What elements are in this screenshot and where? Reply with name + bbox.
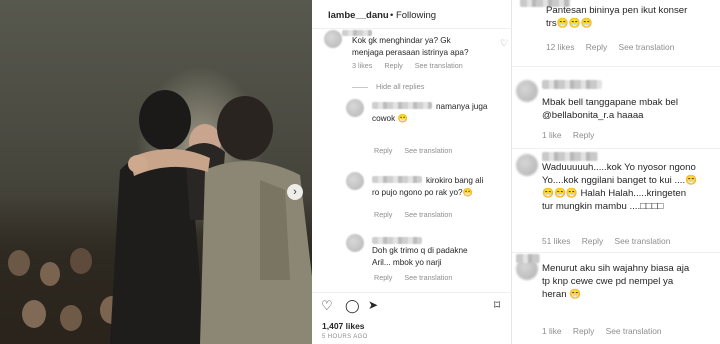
blurred-username bbox=[542, 152, 598, 161]
reply-button[interactable]: Reply bbox=[573, 130, 594, 140]
comment-likes[interactable]: 1 like bbox=[542, 326, 562, 336]
comment-text: Pantesan bininya pen ikut konser trs😁😁😁 bbox=[546, 5, 688, 29]
see-translation-button[interactable]: See translation bbox=[404, 146, 452, 155]
action-bar: ♡ ◯ ➤ ⌑ bbox=[312, 292, 512, 312]
divider bbox=[512, 252, 720, 253]
post-sidebar: lambe__danu • Following Kok gk menghinda… bbox=[312, 0, 512, 344]
reply-button[interactable]: Reply bbox=[586, 42, 607, 52]
reply-meta: Reply See translation bbox=[374, 273, 462, 282]
comment-likes[interactable]: 12 likes bbox=[546, 42, 574, 52]
chevron-right-icon: › bbox=[293, 185, 297, 198]
share-icon[interactable]: ➤ bbox=[368, 299, 378, 311]
comment-text: Menurut aku sih wajahny biasa aja tp knp… bbox=[542, 263, 690, 300]
avatar[interactable] bbox=[346, 234, 364, 252]
avatar[interactable] bbox=[346, 172, 364, 190]
comment-likes[interactable]: 3 likes bbox=[352, 61, 372, 70]
following-status[interactable]: • Following bbox=[390, 10, 436, 21]
blurred-username bbox=[516, 254, 540, 263]
see-translation-button[interactable]: See translation bbox=[606, 326, 662, 336]
reply-button[interactable]: Reply bbox=[374, 273, 392, 282]
see-translation-button[interactable]: See translation bbox=[415, 61, 463, 70]
comment-meta: 3 likes Reply See translation bbox=[352, 61, 473, 70]
comment-text: Mbak bell tanggapane mbak bel @bellaboni… bbox=[542, 97, 679, 121]
see-translation-button[interactable]: See translation bbox=[404, 273, 452, 282]
blurred-username bbox=[542, 80, 602, 89]
crowd-head bbox=[8, 250, 30, 276]
comments-closeup: Pantesan bininya pen ikut konser trs😁😁😁 … bbox=[512, 0, 720, 344]
reply-button[interactable]: Reply bbox=[374, 146, 392, 155]
comment-meta: 51 likes Reply See translation bbox=[542, 236, 679, 246]
see-translation-button[interactable]: See translation bbox=[404, 210, 452, 219]
reply-meta: Reply See translation bbox=[374, 210, 462, 219]
see-translation-button[interactable]: See translation bbox=[618, 42, 674, 52]
hide-replies-button[interactable]: Hide all replies bbox=[352, 82, 424, 91]
heart-icon[interactable]: ♡ bbox=[500, 38, 508, 49]
reply-text: Doh gk trimo q di padakne Aril... mbok y… bbox=[372, 246, 468, 267]
blurred-username bbox=[372, 237, 422, 244]
bookmark-icon[interactable]: ⌑ bbox=[494, 299, 500, 311]
reply-button[interactable]: Reply bbox=[573, 326, 594, 336]
divider bbox=[512, 66, 720, 67]
comment-meta: 12 likes Reply See translation bbox=[546, 42, 683, 52]
comment-likes[interactable]: 51 likes bbox=[542, 236, 570, 246]
comment-meta: 1 like Reply bbox=[542, 130, 603, 140]
see-translation-button[interactable]: See translation bbox=[614, 236, 670, 246]
next-photo-button[interactable]: › bbox=[287, 184, 303, 200]
avatar[interactable] bbox=[516, 154, 538, 176]
reply-button[interactable]: Reply bbox=[384, 61, 402, 70]
crowd-head bbox=[40, 262, 60, 286]
likes-count[interactable]: 1,407 likes bbox=[322, 321, 365, 331]
post-photo[interactable]: › bbox=[0, 0, 312, 344]
comment-likes[interactable]: 1 like bbox=[542, 130, 562, 140]
post-header: lambe__danu • Following bbox=[312, 0, 512, 30]
avatar[interactable] bbox=[346, 99, 364, 117]
comment-text: Waduuuuuh.....kok Yo nyosor ngono Yo....… bbox=[542, 162, 698, 212]
reply-button[interactable]: Reply bbox=[582, 236, 603, 246]
crowd-head bbox=[22, 300, 46, 328]
avatar[interactable] bbox=[516, 80, 538, 102]
comment-meta: 1 like Reply See translation bbox=[542, 326, 671, 336]
crowd-head bbox=[70, 248, 92, 274]
heart-icon[interactable]: ♡ bbox=[321, 299, 333, 312]
comment-text: Kok gk menghindar ya? Gk menjaga perasaa… bbox=[352, 36, 469, 57]
post-time: 5 HOURS AGO bbox=[322, 334, 368, 340]
comment-icon[interactable]: ◯ bbox=[345, 299, 360, 312]
header-divider bbox=[312, 28, 512, 29]
reply-text: namanya juga cowok 😁 bbox=[372, 102, 488, 123]
divider bbox=[512, 148, 720, 149]
crowd-head bbox=[60, 305, 82, 331]
reply-text: kirokiro bang ali ro pujo ngono po rak y… bbox=[372, 176, 484, 197]
reply-meta: Reply See translation bbox=[374, 146, 462, 155]
post-username[interactable]: lambe__danu bbox=[328, 10, 389, 21]
avatar[interactable] bbox=[324, 30, 342, 48]
hugging-figures bbox=[110, 90, 312, 344]
reply-button[interactable]: Reply bbox=[374, 210, 392, 219]
